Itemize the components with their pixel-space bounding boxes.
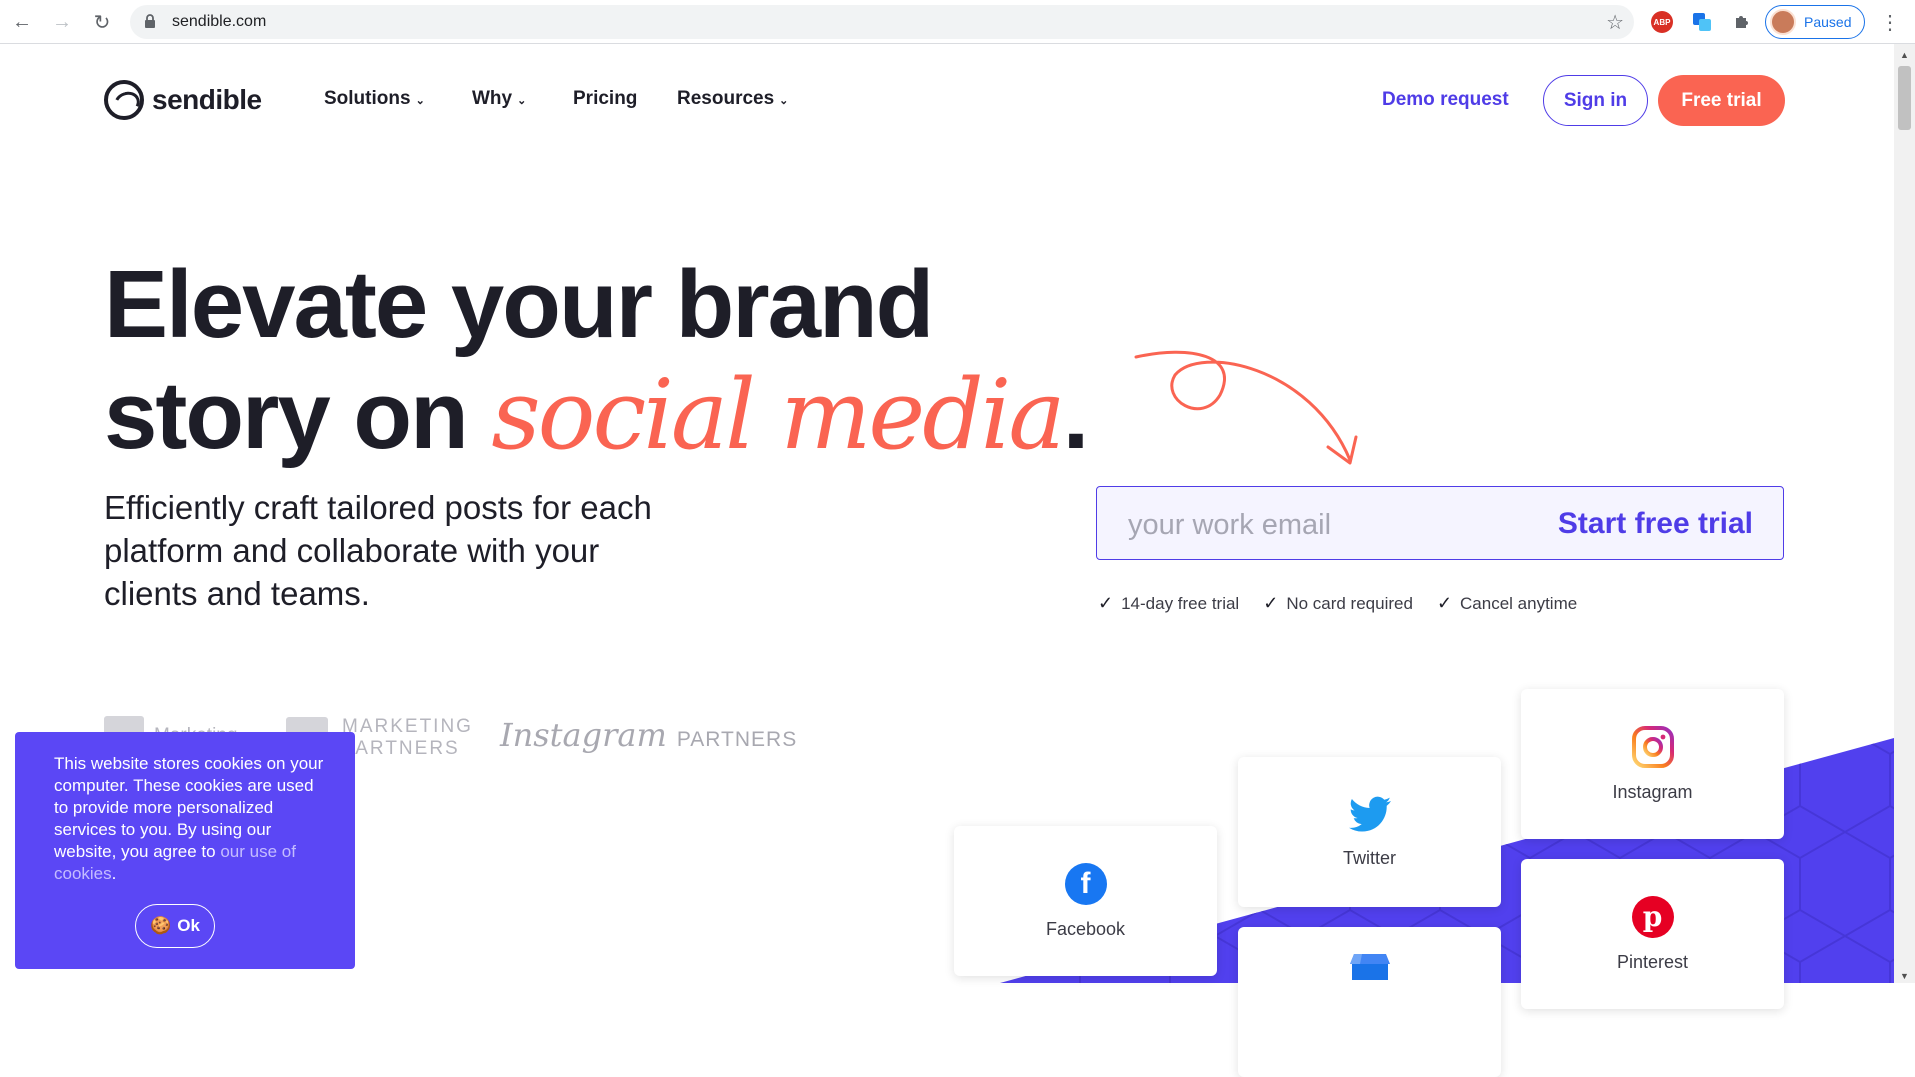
perk-text: Cancel anytime	[1460, 593, 1578, 613]
card-label: Twitter	[1342, 847, 1396, 868]
cookie-trailing: .	[111, 864, 117, 883]
card-label: Instagram	[1612, 781, 1693, 802]
google-my-business-icon	[1349, 954, 1390, 980]
perk-text: 14-day free trial	[1121, 593, 1240, 613]
hero-subtitle: Efficiently craft tailored posts for eac…	[104, 489, 652, 612]
free-trial-button[interactable]: Free trial	[1658, 75, 1785, 126]
avatar	[1770, 9, 1796, 35]
hero-headline-line1: Elevate your brand	[104, 251, 934, 358]
check-icon: ✓	[1098, 593, 1114, 613]
chevron-down-icon: ⌄	[779, 94, 789, 107]
pinterest-icon: p	[1631, 895, 1674, 938]
hero-headline-line2: story on social media.	[104, 359, 1090, 471]
extensions-puzzle-icon[interactable]	[1730, 10, 1754, 34]
partner-text-line2: PARTNERS	[342, 738, 460, 759]
logo-text: sendible	[152, 84, 262, 115]
perk-text: No card required	[1286, 593, 1413, 613]
scroll-up-icon[interactable]: ▲	[1900, 50, 1909, 60]
work-email-input[interactable]: your work email	[1128, 509, 1331, 542]
browser-menu-icon[interactable]: ⋮	[1880, 10, 1900, 35]
partner-suffix: PARTNERS	[676, 728, 798, 751]
adblock-extension-icon[interactable]: ABP	[1650, 10, 1674, 34]
instagram-wordmark: Instagram	[500, 716, 667, 754]
hero-suffix: .	[1062, 362, 1090, 469]
sendible-logo-icon	[104, 80, 144, 120]
twitter-card: Twitter	[1238, 757, 1501, 907]
hero-prefix: story on	[104, 362, 492, 469]
page-scrollbar[interactable]: ▲ ▼	[1894, 44, 1915, 983]
translate-extension-icon[interactable]	[1690, 10, 1714, 34]
nav-solutions[interactable]: Solutions ⌄	[324, 88, 425, 110]
url-text: sendible.com	[172, 13, 267, 30]
facebook-icon: f	[1064, 862, 1107, 905]
profile-button[interactable]: Paused	[1765, 5, 1865, 39]
nav-label: Solutions	[324, 88, 411, 109]
perk-item: ✓ 14-day free trial	[1098, 593, 1239, 614]
partner-text-line1: MARKETING	[342, 716, 473, 737]
pinterest-card: p Pinterest	[1521, 859, 1784, 1009]
card-label: Facebook	[1045, 918, 1126, 939]
profile-status: Paused	[1804, 14, 1852, 30]
twitter-icon	[1348, 796, 1391, 832]
instagram-partners-logo: Instagram PARTNERS	[500, 716, 797, 754]
reload-icon[interactable]: ↻	[90, 10, 114, 34]
cookie-ok-button[interactable]: 🍪 Ok	[135, 904, 215, 948]
google-my-business-card	[1238, 927, 1501, 1077]
back-icon[interactable]: ←	[10, 10, 34, 34]
check-icon: ✓	[1436, 593, 1453, 613]
chevron-down-icon: ⌄	[517, 94, 527, 107]
chevron-down-icon: ⌄	[415, 94, 425, 107]
perk-item: ✓ Cancel anytime	[1437, 593, 1577, 614]
instagram-card: Instagram	[1521, 689, 1784, 839]
nav-label: Why	[472, 88, 513, 109]
address-bar[interactable]: sendible.com ☆	[130, 5, 1634, 39]
start-free-trial-button[interactable]: Start free trial	[1558, 507, 1753, 541]
instagram-icon	[1631, 725, 1674, 768]
sign-in-button[interactable]: Sign in	[1543, 75, 1648, 126]
check-icon: ✓	[1263, 593, 1279, 613]
nav-label: Pricing	[573, 88, 638, 109]
email-signup-form: your work email Start free trial	[1096, 486, 1784, 560]
trial-perks: ✓ 14-day free trial ✓ No card required ✓ Ca…	[1098, 593, 1601, 614]
demo-request-link[interactable]: Demo request	[1382, 89, 1509, 111]
sendible-logo[interactable]: sendible	[104, 80, 262, 120]
browser-toolbar: ← → ↻ sendible.com ☆ ABP Paused ⋮	[0, 0, 1915, 44]
forward-icon[interactable]: →	[50, 10, 74, 34]
nav-pricing[interactable]: Pricing	[573, 88, 637, 110]
cookie-consent-banner: This website stores cookies on your comp…	[15, 732, 355, 969]
lock-icon	[145, 14, 155, 28]
facebook-card: f Facebook	[954, 826, 1217, 976]
nav-label: Resources	[677, 88, 775, 109]
nav-why[interactable]: Why ⌄	[472, 88, 526, 110]
decorative-arrow-icon	[1134, 350, 1358, 465]
nav-resources[interactable]: Resources ⌄	[677, 88, 788, 110]
ok-label: Ok	[177, 916, 200, 935]
perk-item: ✓ No card required	[1263, 593, 1413, 614]
bookmark-star-icon[interactable]: ☆	[1606, 10, 1624, 35]
cookie-icon: 🍪	[150, 916, 172, 935]
scrollbar-thumb[interactable]	[1898, 66, 1911, 130]
hero-accent: social media	[491, 359, 1065, 471]
cookie-message: This website stores cookies on your comp…	[54, 753, 324, 885]
card-label: Pinterest	[1616, 951, 1689, 972]
scroll-down-icon[interactable]: ▼	[1900, 971, 1909, 981]
